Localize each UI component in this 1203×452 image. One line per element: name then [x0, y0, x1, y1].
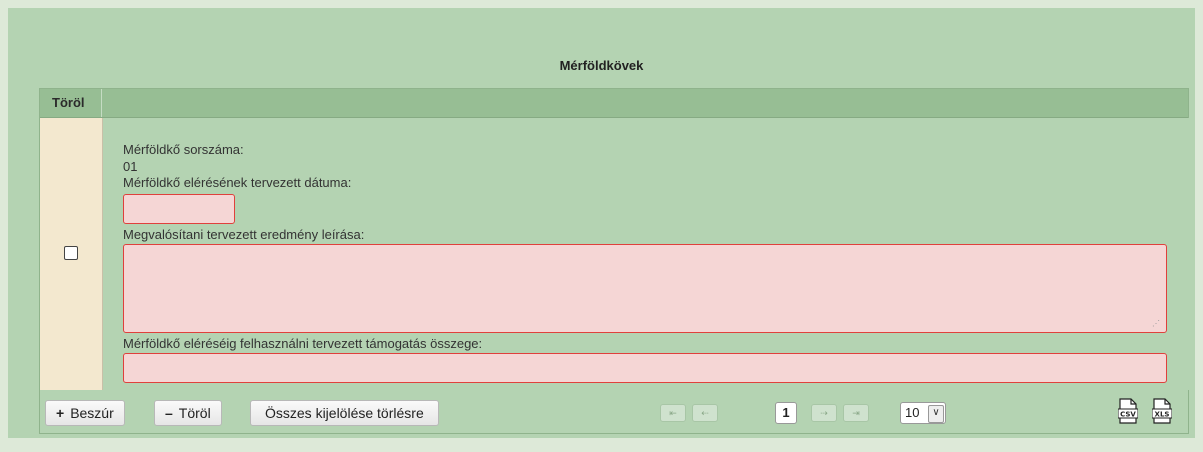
delete-button-label: Töröl: [178, 405, 211, 421]
chevron-down-icon: ∨: [928, 405, 944, 423]
planned-date-label: Mérföldkő elérésének tervezett dátuma:: [123, 175, 352, 190]
clear-selection-button[interactable]: Összes kijelölése törlésre: [250, 400, 439, 426]
planned-support-label: Mérföldkő eléréséig felhasználni terveze…: [123, 336, 483, 351]
plus-icon: +: [56, 405, 65, 421]
last-page-icon[interactable]: ⇥: [843, 404, 869, 422]
insert-button[interactable]: + Beszúr: [45, 400, 125, 426]
table-row: Mérföldkő sorszáma: 01 Mérföldkő elérésé…: [40, 118, 1190, 390]
minus-icon: –: [165, 405, 173, 421]
planned-result-label: Megvalósítani tervezett eredmény leírása…: [123, 227, 365, 242]
first-page-icon[interactable]: ⇤: [660, 404, 686, 422]
csv-export-icon[interactable]: CSV: [1118, 398, 1138, 424]
prev-page-icon[interactable]: ⇠: [692, 404, 718, 422]
page-size-select[interactable]: 10 ∨: [900, 402, 946, 424]
milestones-panel: Mérföldkövek Töröl Mérföldkő sorszáma: 0…: [8, 8, 1195, 438]
planned-support-input[interactable]: [123, 353, 1167, 383]
insert-button-label: Beszúr: [70, 405, 114, 421]
grid-header: Töröl: [40, 89, 1188, 118]
row-content: Mérföldkő sorszáma: 01 Mérföldkő elérésé…: [103, 118, 1190, 390]
current-page[interactable]: 1: [775, 402, 797, 424]
planned-result-textarea[interactable]: ⋰: [123, 244, 1167, 333]
delete-cell: [40, 118, 103, 390]
next-page-icon[interactable]: ⇢: [811, 404, 837, 422]
page-size-value: 10: [905, 405, 920, 420]
resize-handle-icon[interactable]: ⋰: [1152, 320, 1160, 328]
delete-row-checkbox[interactable]: [64, 246, 78, 260]
planned-date-input[interactable]: [123, 194, 235, 224]
grid-footer: + Beszúr – Töröl Összes kijelölése törlésr…: [40, 392, 1188, 432]
milestone-number-label: Mérföldkő sorszáma:: [123, 142, 244, 157]
delete-column-header: Töröl: [40, 89, 102, 117]
panel-title: Mérföldkövek: [559, 58, 644, 73]
milestone-number-value: 01: [123, 159, 138, 174]
delete-button[interactable]: – Töröl: [154, 400, 222, 426]
xls-export-icon[interactable]: XLS: [1152, 398, 1172, 424]
milestones-grid: Töröl Mérföldkő sorszáma: 01 Mérföldkő e…: [39, 88, 1190, 434]
xls-label: XLS: [1155, 411, 1170, 419]
csv-label: CSV: [1120, 411, 1136, 419]
